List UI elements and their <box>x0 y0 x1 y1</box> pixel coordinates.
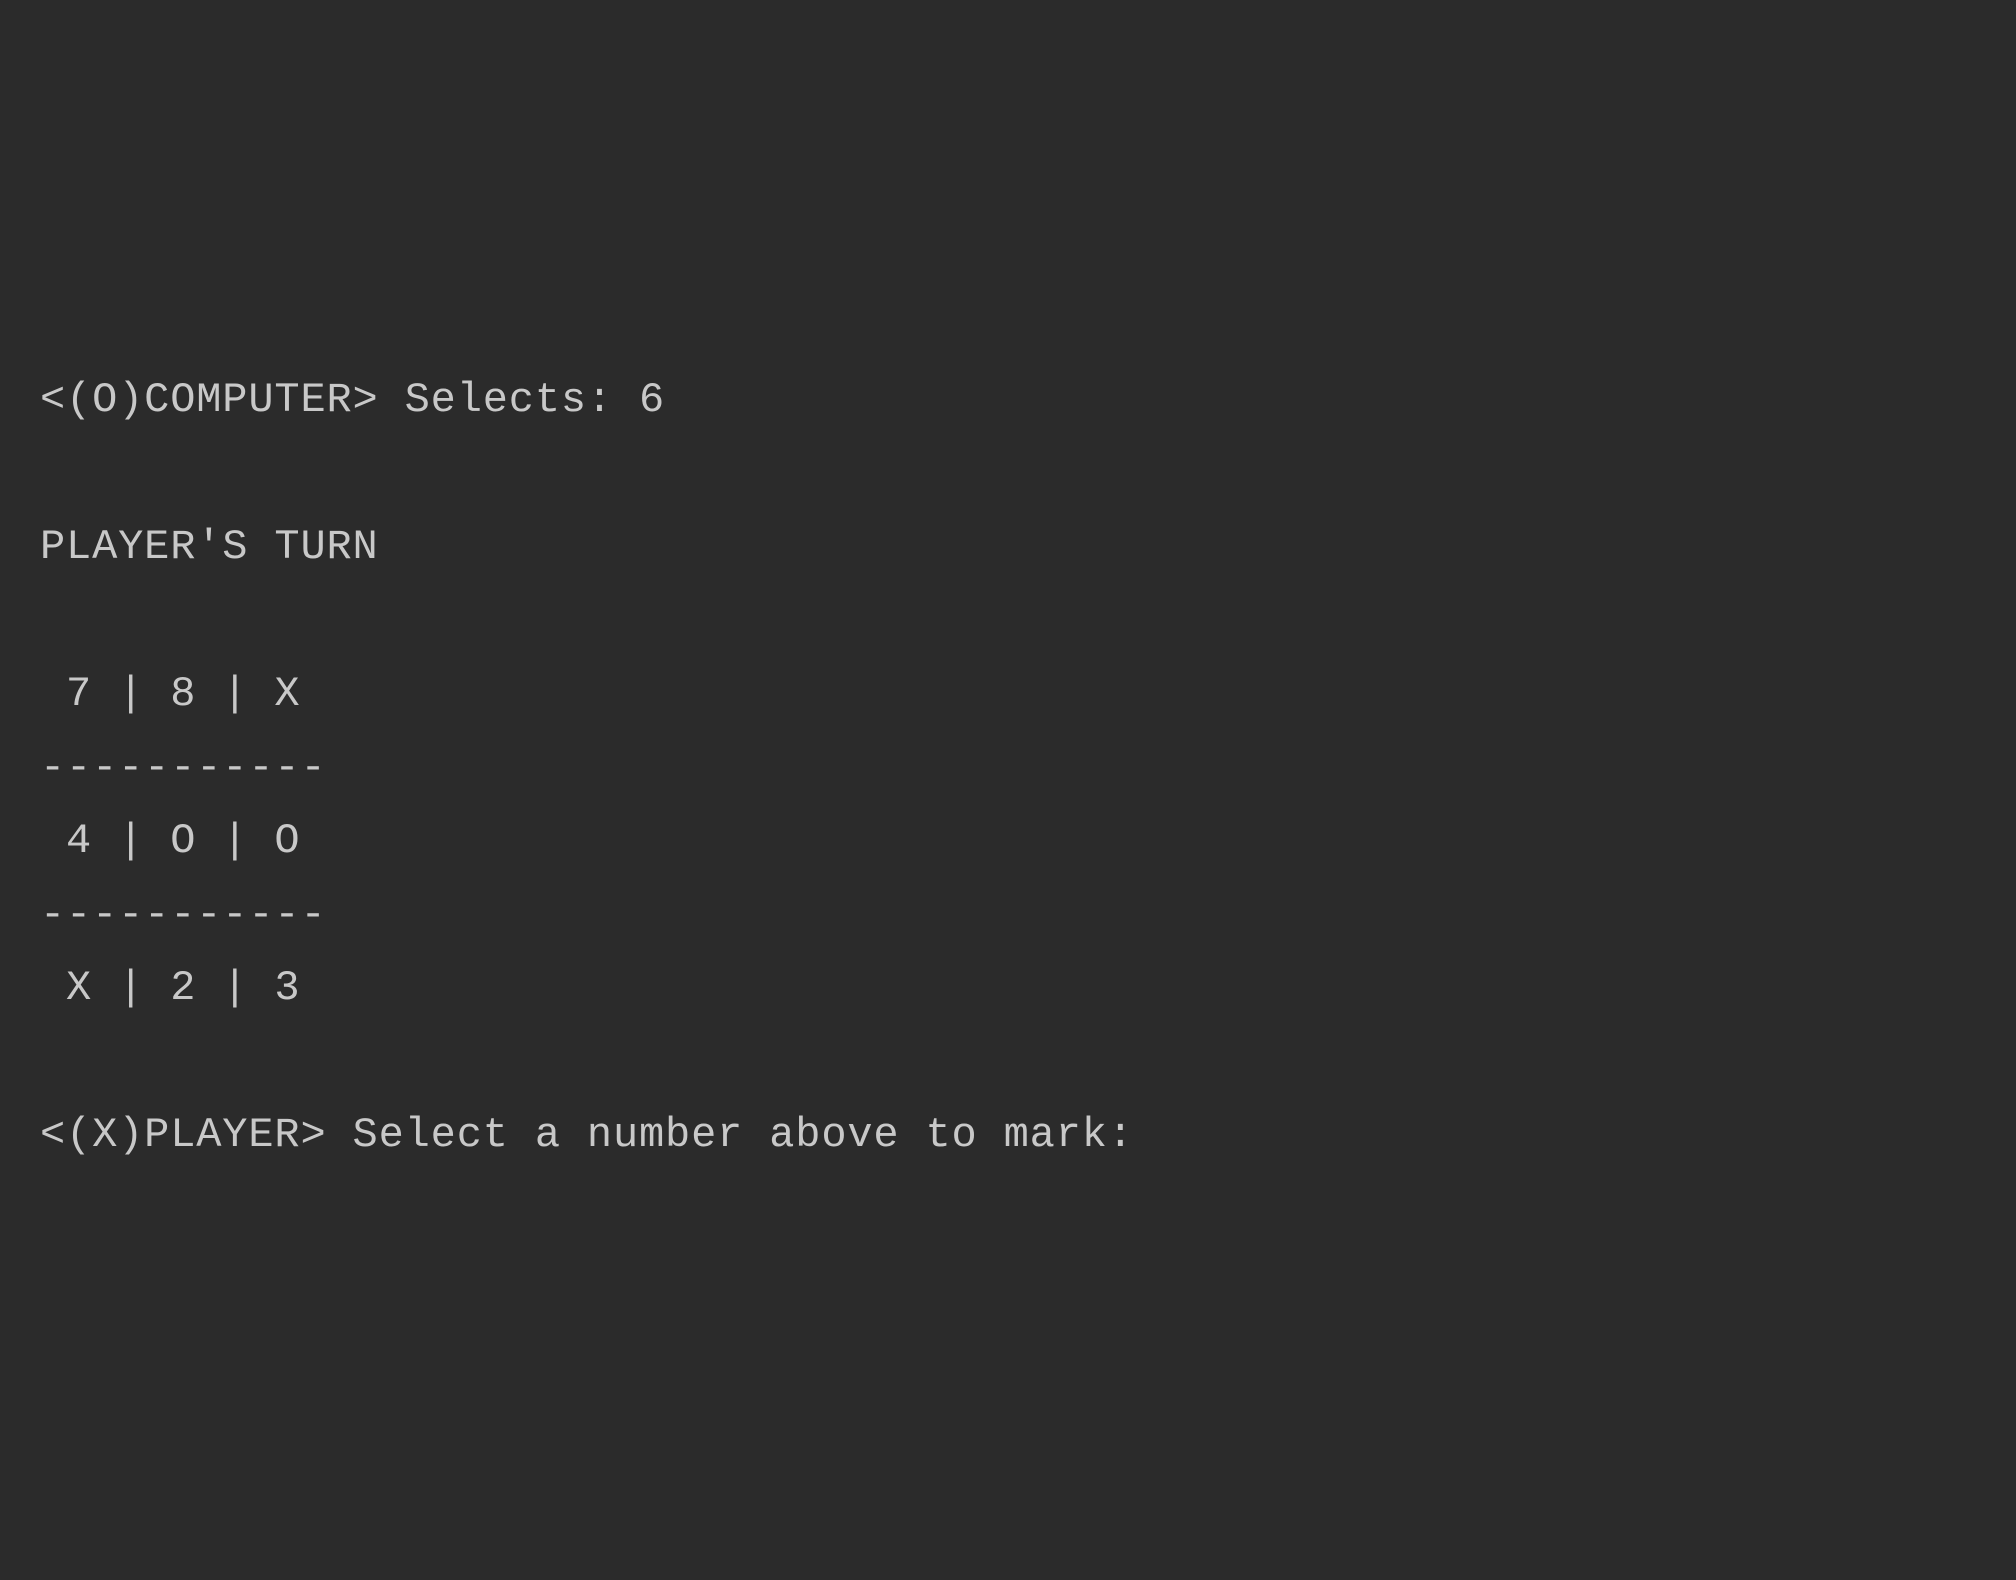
board-row-bottom: X | 2 | 3 <box>40 964 300 1012</box>
board-row-top: 7 | 8 | X <box>40 670 300 718</box>
board-divider-2: ----------- <box>40 891 327 939</box>
terminal-screen: <(O)COMPUTER> Selects: 6 PLAYER'S TURN 7… <box>40 364 1976 1173</box>
board-row-middle: 4 | O | O <box>40 817 300 865</box>
turn-header: PLAYER'S TURN <box>40 523 379 571</box>
board-divider-1: ----------- <box>40 744 327 792</box>
computer-move-announcement: <(O)COMPUTER> Selects: 6 <box>40 376 665 424</box>
player-input-prompt[interactable]: <(X)PLAYER> Select a number above to mar… <box>40 1111 1134 1159</box>
